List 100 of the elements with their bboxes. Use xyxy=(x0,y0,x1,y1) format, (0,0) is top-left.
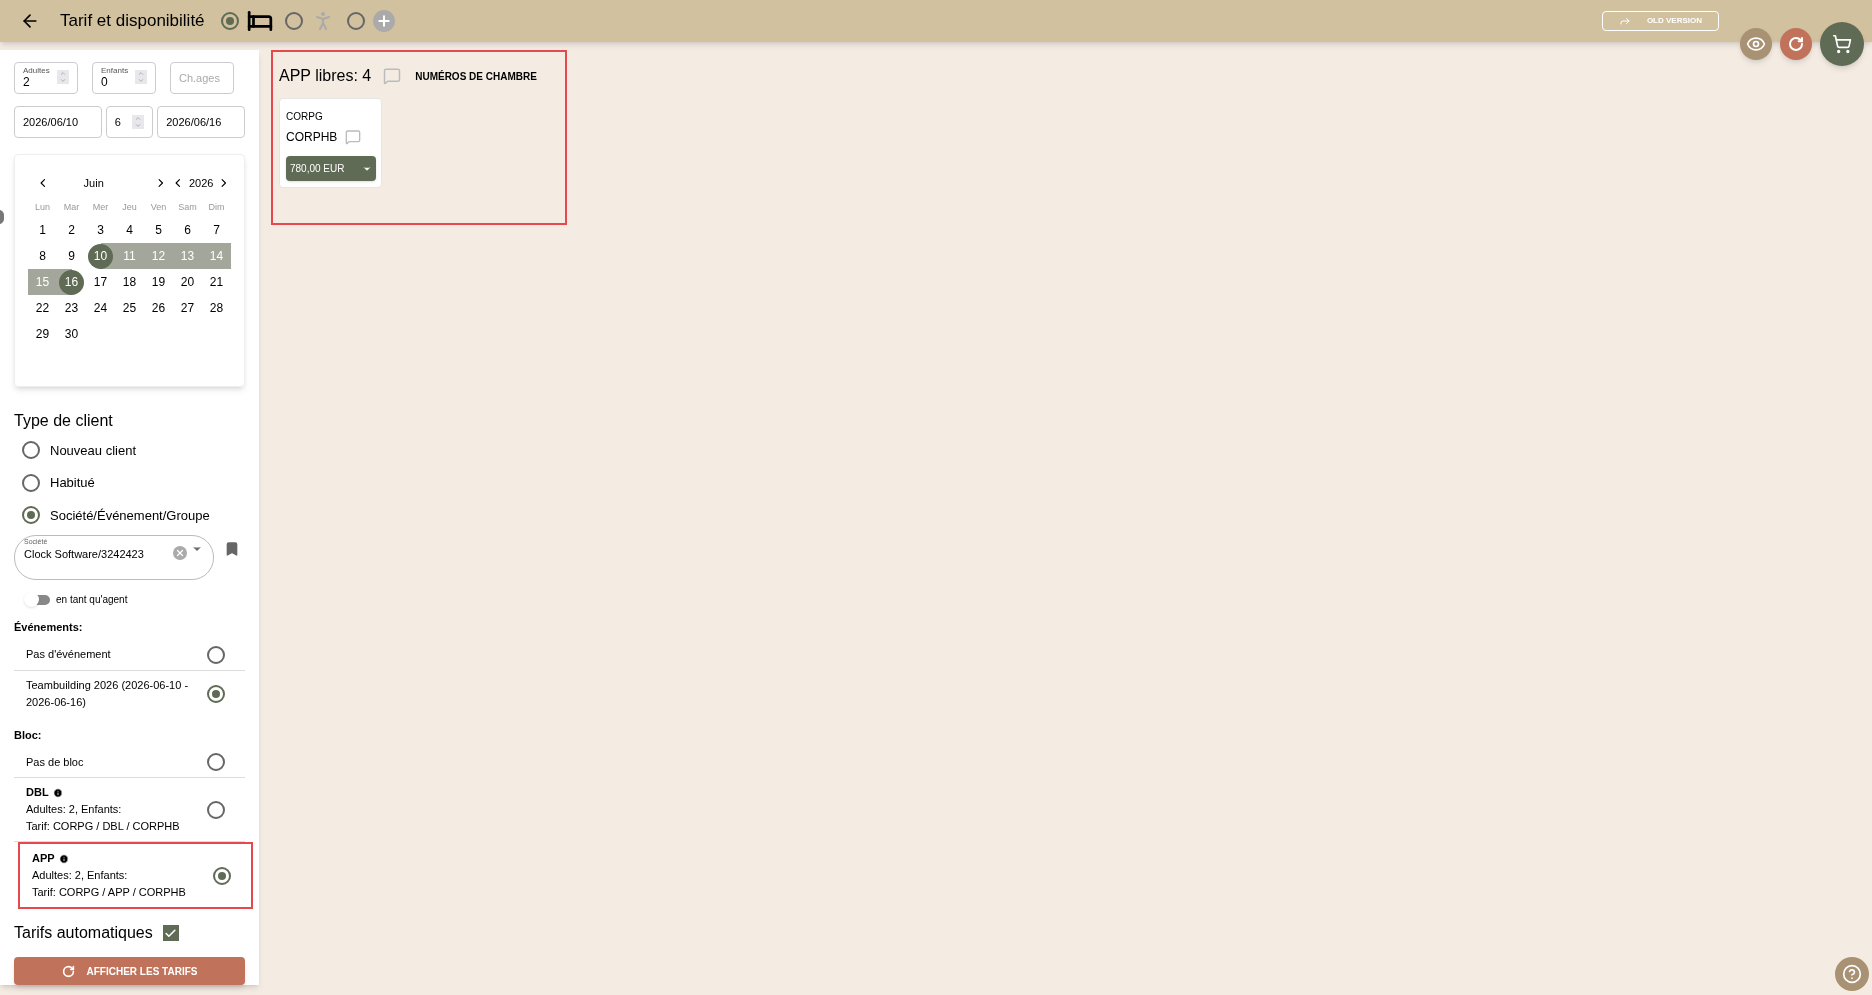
info-icon xyxy=(58,853,69,864)
calendar-day[interactable]: 27 xyxy=(180,299,195,317)
option-label: Pas de bloc xyxy=(26,754,85,770)
calendar-day[interactable]: 3 xyxy=(97,221,104,239)
radio-button[interactable] xyxy=(213,866,231,885)
radio-button[interactable] xyxy=(207,800,225,819)
help-icon[interactable] xyxy=(1835,957,1869,991)
auto-rates-checkbox[interactable] xyxy=(162,925,179,942)
calendar-day[interactable]: 6 xyxy=(184,221,191,239)
arrival-field[interactable]: 2026/06/10 xyxy=(14,106,102,138)
radio-label: Société/Événement/Groupe xyxy=(50,506,210,525)
radio-button[interactable] xyxy=(346,12,365,30)
calendar-day[interactable]: 29 xyxy=(35,325,50,343)
calendar-day[interactable]: 16 xyxy=(59,269,84,295)
section-title: Événements: xyxy=(14,620,84,636)
info-icon xyxy=(52,787,63,798)
calendar-day[interactable]: 17 xyxy=(93,273,108,291)
field-value: Clock Software/3242423 xyxy=(24,547,144,563)
option-row[interactable]: DBL Adultes: 2, Enfants: Tarif: CORPG / DBL / CORPHB xyxy=(14,778,245,843)
calendar-day[interactable]: 24 xyxy=(93,299,108,317)
page-title: Tarif et disponibilité xyxy=(60,10,205,33)
rate-group: CORPG xyxy=(286,109,375,124)
weekday-label: Sam xyxy=(177,201,198,214)
refresh-icon xyxy=(61,964,75,978)
calendar-day[interactable]: 8 xyxy=(39,247,46,265)
refresh-button[interactable] xyxy=(1780,28,1812,60)
cart-icon xyxy=(1832,34,1852,54)
field-value: 2 xyxy=(23,74,30,91)
nights-field[interactable]: 6 xyxy=(105,106,154,138)
calendar-day[interactable]: 5 xyxy=(155,221,162,239)
radio-label: Nouveau client xyxy=(50,441,136,460)
radio-button[interactable] xyxy=(22,441,40,460)
option-label: Pas d'événement xyxy=(26,647,112,663)
calendar-day[interactable]: 28 xyxy=(209,299,224,317)
calendar-day[interactable]: 1 xyxy=(39,221,46,239)
price-button[interactable]: 780,00 EUR xyxy=(286,156,376,181)
toggle-label: en tant qu'agent xyxy=(56,593,128,608)
radio-button[interactable] xyxy=(284,12,303,30)
show-rates-button[interactable]: AFFICHER LES TARIFS xyxy=(14,957,245,985)
block-guests: Adultes: 2, Enfants: xyxy=(26,802,123,818)
calendar-day[interactable]: 19 xyxy=(151,273,166,291)
eye-icon xyxy=(1746,34,1766,54)
radio-button[interactable] xyxy=(207,753,225,772)
calendar-day[interactable]: 4 xyxy=(126,221,133,239)
calendar-day[interactable]: 21 xyxy=(209,273,224,291)
room-numbers-button[interactable]: NUMÉROS DE CHAMBRE xyxy=(415,68,537,84)
calendar-day[interactable]: 22 xyxy=(35,299,50,317)
checkbox-label: Tarifs automatiques xyxy=(14,923,153,944)
spinner-icon xyxy=(57,70,69,84)
weekday-label: Mar xyxy=(62,201,81,214)
field-label: Adultes xyxy=(23,65,50,77)
radio-label: Habitué xyxy=(50,474,95,493)
section-title: Bloc: xyxy=(14,727,43,743)
option-row[interactable]: APP Adultes: 2, Enfants: Tarif: CORPG / APP / CORPHB xyxy=(18,842,253,910)
calendar-day[interactable]: 10 xyxy=(88,243,113,269)
departure-field[interactable]: 2026/06/16 xyxy=(157,106,245,138)
option-row[interactable]: Pas de bloc xyxy=(14,747,245,779)
plus-icon xyxy=(372,10,395,32)
weekday-label: Mer xyxy=(91,201,110,214)
eye-button[interactable] xyxy=(1740,28,1772,60)
cart-button[interactable] xyxy=(1820,22,1864,66)
availability-title: APP libres: 4 xyxy=(279,66,372,86)
field-value: 6 xyxy=(114,114,121,130)
block-guests: Adultes: 2, Enfants: xyxy=(32,868,129,884)
field-value: 0 xyxy=(101,74,108,91)
weekday-label: Lun xyxy=(34,201,51,214)
ages-field[interactable]: Ch.ages xyxy=(170,62,234,94)
weekday-label: Jeu xyxy=(121,201,138,214)
agent-toggle[interactable] xyxy=(26,594,50,605)
section-title: Type de client xyxy=(14,410,114,431)
calendar-day[interactable]: 18 xyxy=(122,273,137,291)
calendar-day[interactable]: 7 xyxy=(213,221,220,239)
spinner-icon xyxy=(132,115,145,129)
radio-button[interactable] xyxy=(220,12,239,30)
calendar-day[interactable]: 9 xyxy=(68,247,75,265)
option-row[interactable]: Pas d'événement xyxy=(14,639,245,671)
calendar-day[interactable]: 23 xyxy=(64,299,79,317)
calendar-month: Juin xyxy=(83,175,104,191)
weekday-label: Dim xyxy=(207,201,226,214)
radio-button[interactable] xyxy=(207,684,225,703)
option-label: Teambuilding 2026 (2026-06-10 - 2026-06-16) xyxy=(26,677,190,710)
calendar-day[interactable]: 2 xyxy=(68,221,75,239)
block-name: DBL xyxy=(26,785,49,801)
weekday-label: Ven xyxy=(149,201,168,214)
block-rate: Tarif: CORPG / APP / CORPHB xyxy=(32,885,186,901)
block-name: APP xyxy=(32,851,55,867)
calendar-year: 2026 xyxy=(188,175,214,191)
calendar-day[interactable]: 20 xyxy=(180,273,195,291)
calendar-day[interactable]: 26 xyxy=(151,299,166,317)
calendar-day[interactable]: 30 xyxy=(64,325,79,343)
option-row[interactable]: Teambuilding 2026 (2026-06-10 - 2026-06-16) xyxy=(14,670,245,717)
refresh-icon xyxy=(1788,36,1804,52)
number-field[interactable]: Adultes 2 xyxy=(14,62,78,94)
radio-button[interactable] xyxy=(22,473,40,492)
radio-button[interactable] xyxy=(207,645,225,664)
share-arrow-icon xyxy=(1618,15,1631,27)
spinner-icon xyxy=(135,70,147,84)
radio-button[interactable] xyxy=(22,506,40,525)
calendar-day[interactable]: 25 xyxy=(122,299,137,317)
number-field[interactable]: Enfants 0 xyxy=(92,62,156,94)
